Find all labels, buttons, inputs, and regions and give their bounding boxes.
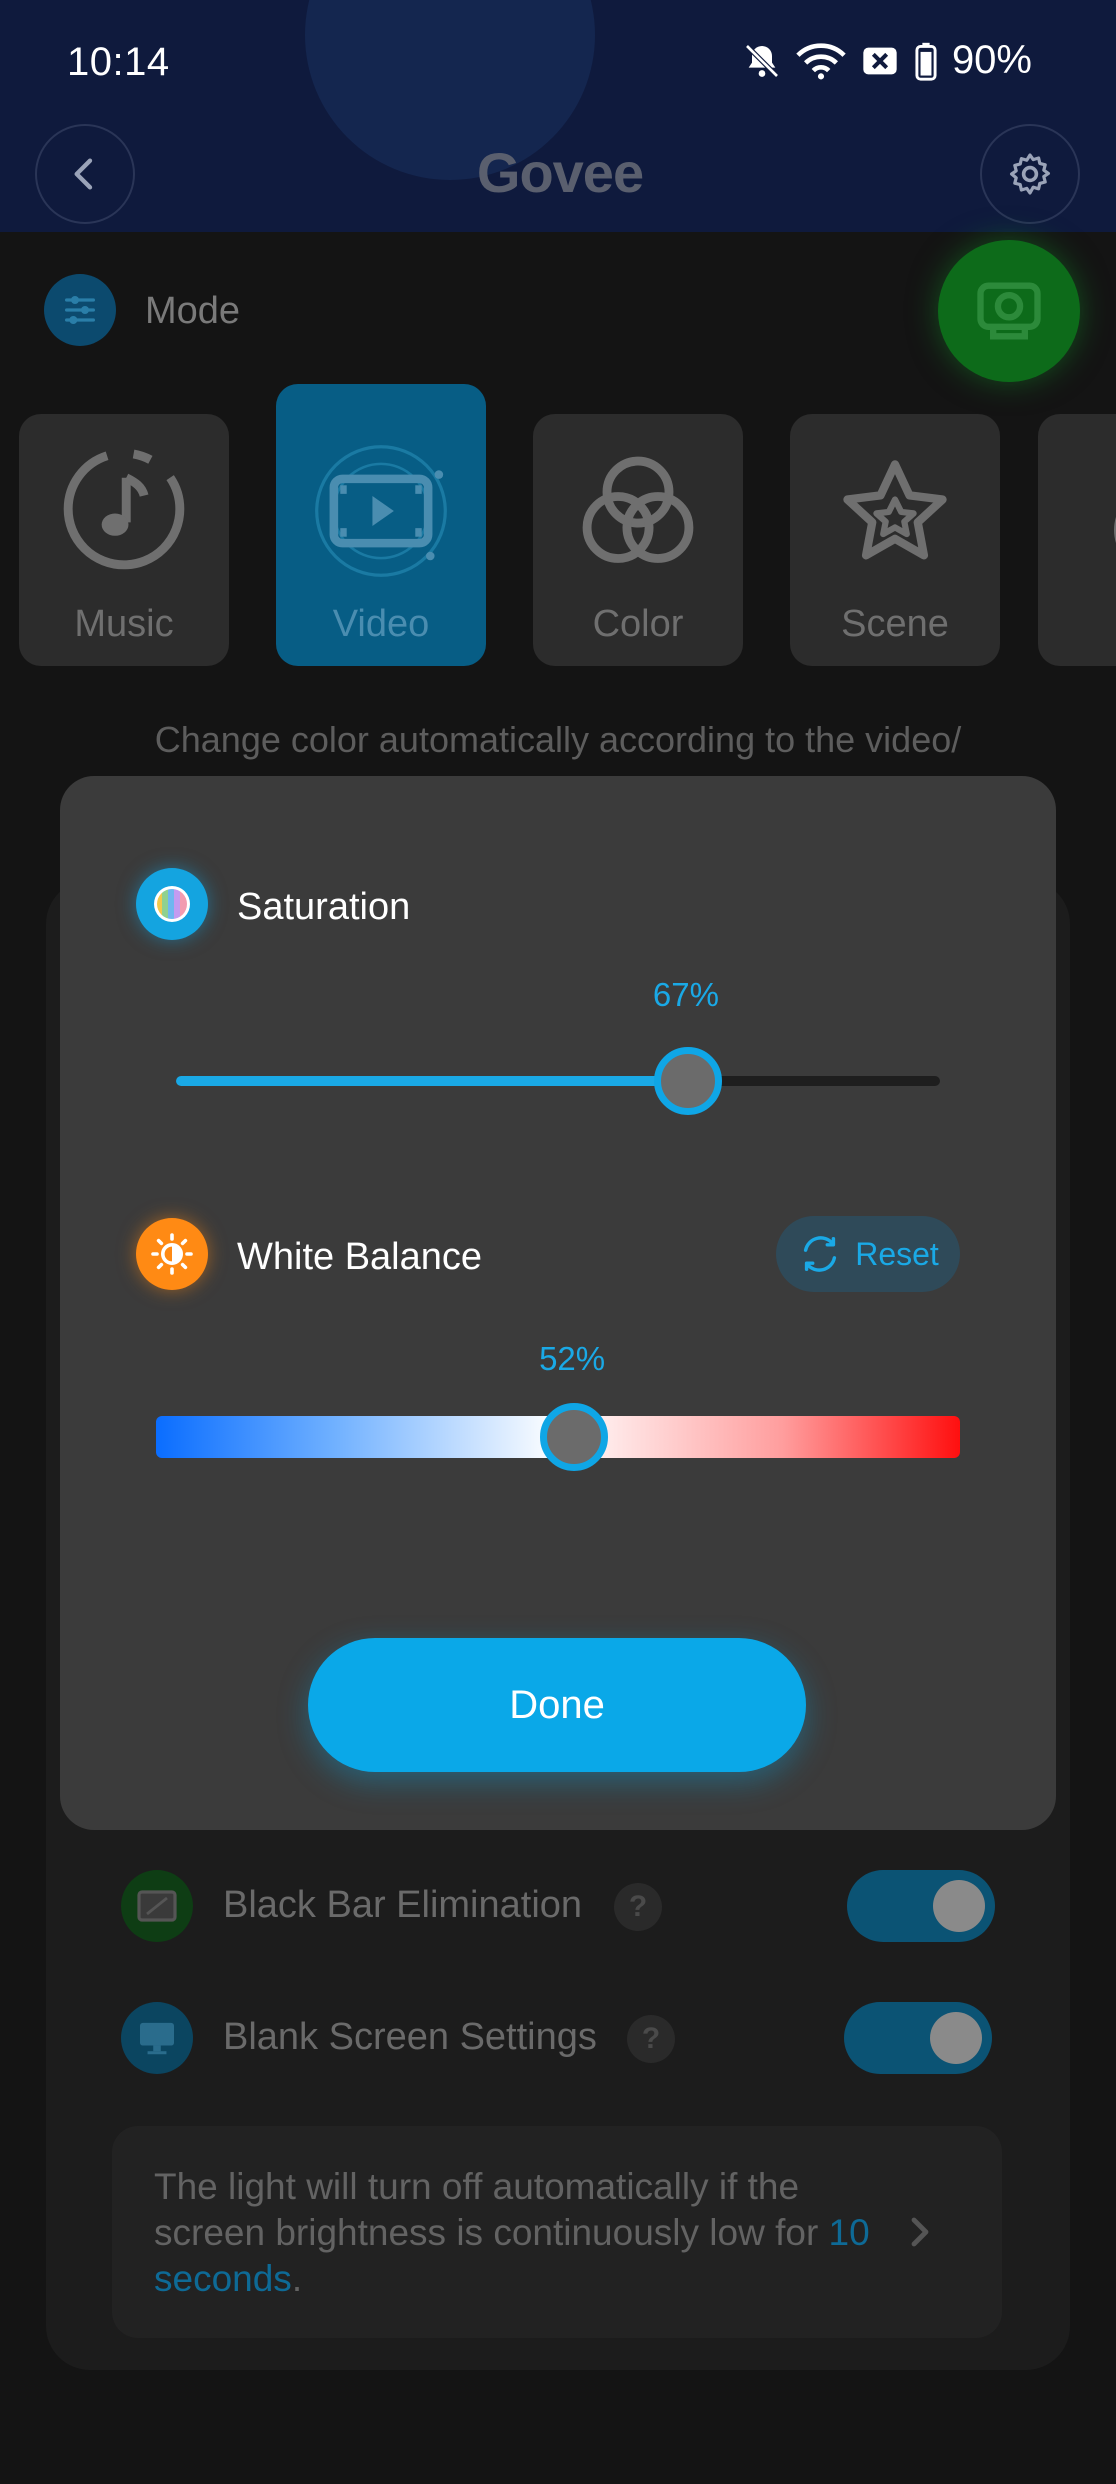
saturation-slider[interactable] xyxy=(176,1076,940,1086)
white-balance-label: White Balance xyxy=(237,1236,483,1278)
done-button[interactable]: Done xyxy=(308,1638,806,1772)
camera-button[interactable] xyxy=(938,240,1080,382)
sim-x-icon xyxy=(863,47,897,74)
mode-card-video[interactable]: Video xyxy=(276,384,486,666)
app-header: 10:14 90% Govee xyxy=(0,0,1116,232)
white-balance-icon-badge xyxy=(136,1218,208,1290)
battery-icon xyxy=(915,42,937,81)
refresh-icon xyxy=(804,1236,837,1272)
sun-contrast-icon xyxy=(151,1233,193,1275)
reset-button[interactable]: Reset xyxy=(776,1216,960,1292)
blank-screen-label: Blank Screen Settings xyxy=(223,2016,597,2058)
black-bar-icon-badge xyxy=(121,1870,193,1942)
mode-title: Mode xyxy=(145,290,241,332)
color-adjust-dialog: Saturation 67% White Balance Reset 52% D… xyxy=(60,776,1056,1830)
mode-card-label: Color xyxy=(592,603,684,645)
back-button[interactable] xyxy=(35,124,135,224)
toggle-knob xyxy=(930,2012,982,2064)
color-circles-icon xyxy=(582,456,694,563)
toggle-knob xyxy=(933,1880,985,1932)
gear-icon xyxy=(1010,153,1050,195)
done-label: Done xyxy=(509,1682,605,1727)
mode-card-more[interactable] xyxy=(1038,414,1116,666)
settings-button[interactable] xyxy=(980,124,1080,224)
saturation-label: Saturation xyxy=(237,886,411,928)
blank-screen-info[interactable]: The light will turn off automatically if… xyxy=(112,2126,1002,2338)
black-bar-toggle[interactable] xyxy=(847,1870,995,1942)
mode-icon-badge xyxy=(44,274,116,346)
help-icon[interactable]: ? xyxy=(614,1883,662,1931)
partial-icon xyxy=(1114,516,1116,544)
screen-stripes-icon xyxy=(137,1890,177,1922)
govee-logo: Govee xyxy=(476,141,644,204)
sliders-icon xyxy=(65,296,96,324)
video-film-icon xyxy=(315,445,447,577)
mode-card-label: Scene xyxy=(841,603,949,645)
chevron-right-icon xyxy=(911,2217,929,2247)
white-balance-slider-thumb[interactable] xyxy=(540,1403,609,1471)
white-balance-value: 52% xyxy=(539,1340,606,1377)
bell-off-icon xyxy=(745,43,779,78)
mode-card-color[interactable]: Color xyxy=(533,414,743,666)
info-text: The light will turn off automatically if… xyxy=(154,2164,894,2302)
blank-screen-icon-badge xyxy=(121,2002,193,2074)
mode-card-label: Video xyxy=(332,603,430,645)
saturation-slider-thumb[interactable] xyxy=(653,1047,722,1115)
help-icon[interactable]: ? xyxy=(627,2015,675,2063)
saturation-icon xyxy=(154,886,190,922)
black-bar-label: Black Bar Elimination xyxy=(223,1884,583,1926)
status-icons: 90% xyxy=(742,38,1032,83)
info-suffix: . xyxy=(291,2258,303,2299)
saturation-icon-badge xyxy=(136,868,208,940)
saturation-value: 67% xyxy=(652,976,719,1013)
chevron-left-icon xyxy=(74,158,93,190)
star-icon xyxy=(843,460,947,560)
monitor-icon xyxy=(140,2022,174,2055)
info-prefix: The light will turn off automatically if… xyxy=(154,2166,819,2253)
mode-card-music[interactable]: Music xyxy=(19,414,229,666)
reset-label: Reset xyxy=(855,1235,939,1272)
blank-screen-toggle[interactable] xyxy=(844,2002,992,2074)
mode-card-label: Music xyxy=(74,603,174,645)
saturation-slider-fill xyxy=(176,1076,688,1086)
wifi-icon xyxy=(796,42,846,79)
screen: 10:14 90% Govee Mode Music Video Color S… xyxy=(0,0,1116,2484)
status-time: 10:14 xyxy=(67,40,170,84)
mode-description: Change color automatically according to … xyxy=(154,719,962,760)
battery-percent: 90% xyxy=(951,38,1032,82)
mode-card-scene[interactable]: Scene xyxy=(790,414,1000,666)
music-note-icon xyxy=(63,448,185,570)
camera-icon xyxy=(977,282,1041,340)
